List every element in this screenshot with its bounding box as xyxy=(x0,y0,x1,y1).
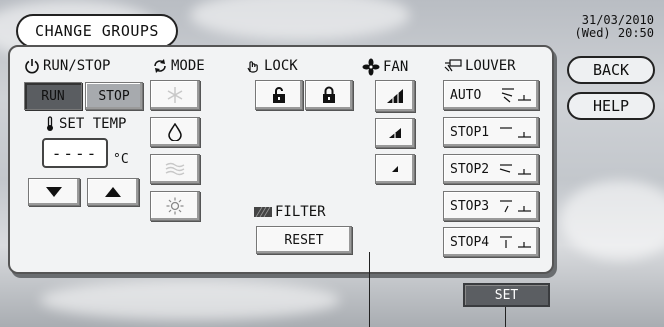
cycle-arrows-icon xyxy=(154,59,166,73)
filter-reset-button[interactable]: RESET xyxy=(256,226,352,254)
louver-stop1-button[interactable]: STOP1 xyxy=(443,117,539,147)
mode-heading: MODE xyxy=(152,58,205,74)
louver-stop4-label: STOP4 xyxy=(450,234,490,250)
droplet-icon xyxy=(168,123,182,141)
page-title: CHANGE GROUPS xyxy=(16,14,178,48)
triangle-down-icon xyxy=(46,187,62,197)
help-button[interactable]: HELP xyxy=(567,92,655,120)
temp-down-button[interactable] xyxy=(28,178,80,206)
callout-line xyxy=(369,252,370,327)
louver-stop3-label: STOP3 xyxy=(450,198,490,214)
louver-stop1-icon xyxy=(500,127,531,138)
lock-heading: LOCK xyxy=(245,58,298,74)
set-temp-label: SET TEMP xyxy=(59,116,127,132)
set-temp-display: ---- xyxy=(42,138,108,168)
mode-dry-button[interactable] xyxy=(150,117,200,147)
louver-auto-icon xyxy=(501,88,531,103)
filter-heading: FILTER xyxy=(254,204,326,220)
triangle-up-icon xyxy=(105,187,121,197)
unlock-button[interactable] xyxy=(255,80,303,110)
mode-cool-button[interactable] xyxy=(150,80,200,110)
louver-stop1-label: STOP1 xyxy=(450,124,490,140)
back-button[interactable]: BACK xyxy=(567,56,655,84)
louver-stop3-icon xyxy=(500,200,531,213)
clock-display: 31/03/2010 (Wed) 20:50 xyxy=(575,14,654,40)
thermometer-icon xyxy=(47,116,53,131)
fan-heading: FAN xyxy=(362,58,408,76)
louver-stop2-button[interactable]: STOP2 xyxy=(443,154,539,184)
run-stop-heading: RUN/STOP xyxy=(24,58,110,74)
power-icon xyxy=(25,59,39,74)
run-stop-label: RUN/STOP xyxy=(43,58,111,74)
fan-icon xyxy=(362,58,380,76)
lock-label: LOCK xyxy=(264,58,298,74)
louver-stop2-label: STOP2 xyxy=(450,161,490,177)
louver-stop4-button[interactable]: STOP4 xyxy=(443,227,539,257)
fan-medium-button[interactable] xyxy=(375,118,415,148)
run-button[interactable]: RUN xyxy=(24,82,82,110)
callout-line xyxy=(505,307,506,327)
mode-fan-button[interactable] xyxy=(150,154,200,184)
louver-auto-label: AUTO xyxy=(450,87,482,103)
lock-icon xyxy=(323,86,335,103)
snowflake-icon xyxy=(167,87,183,103)
louver-auto-button[interactable]: AUTO xyxy=(443,80,539,110)
fan-high-button[interactable] xyxy=(375,80,415,112)
louver-icon xyxy=(444,59,462,72)
louver-stop4-icon xyxy=(500,236,531,248)
mode-heat-button[interactable] xyxy=(150,191,200,221)
wind-icon xyxy=(165,162,185,176)
fan-low-button[interactable] xyxy=(375,154,415,184)
unlock-icon xyxy=(273,87,285,103)
set-temp-heading: SET TEMP xyxy=(44,116,126,132)
mode-label: MODE xyxy=(171,58,205,74)
temp-unit: °C xyxy=(113,152,129,167)
fan-speed-low-icon xyxy=(392,166,398,172)
fan-label: FAN xyxy=(383,59,409,75)
filter-label: FILTER xyxy=(275,204,326,220)
day-time-text: (Wed) 20:50 xyxy=(574,26,654,40)
background-cloud xyxy=(560,180,664,260)
temp-up-button[interactable] xyxy=(87,178,139,206)
fan-speed-medium-icon xyxy=(389,128,401,138)
hand-pointer-icon xyxy=(247,61,258,73)
set-button[interactable]: SET xyxy=(463,283,550,307)
louver-stop2-icon xyxy=(499,164,531,175)
louver-label: LOUVER xyxy=(465,58,516,74)
lock-button[interactable] xyxy=(305,80,353,110)
stop-button[interactable]: STOP xyxy=(85,82,143,110)
background-cloud xyxy=(190,0,410,40)
louver-stop3-button[interactable]: STOP3 xyxy=(443,191,539,221)
sun-icon xyxy=(166,197,184,215)
background-cloud xyxy=(40,280,340,320)
fan-speed-high-icon xyxy=(387,89,403,103)
filter-icon xyxy=(254,207,272,217)
louver-heading: LOUVER xyxy=(444,58,516,74)
